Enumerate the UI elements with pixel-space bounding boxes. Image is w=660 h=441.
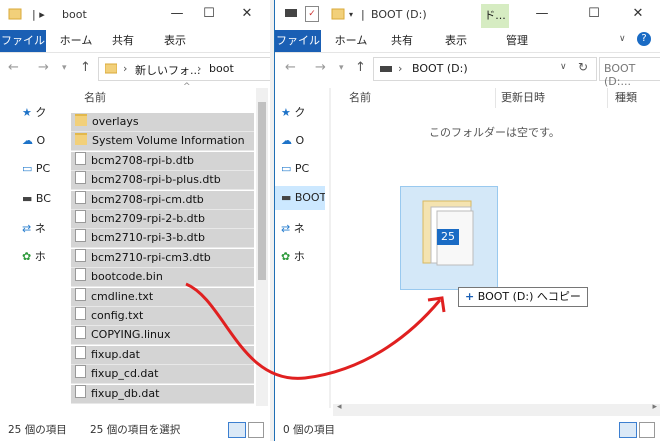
drag-arrow-overlay [185,282,446,380]
drag-arrow-path [185,282,442,380]
